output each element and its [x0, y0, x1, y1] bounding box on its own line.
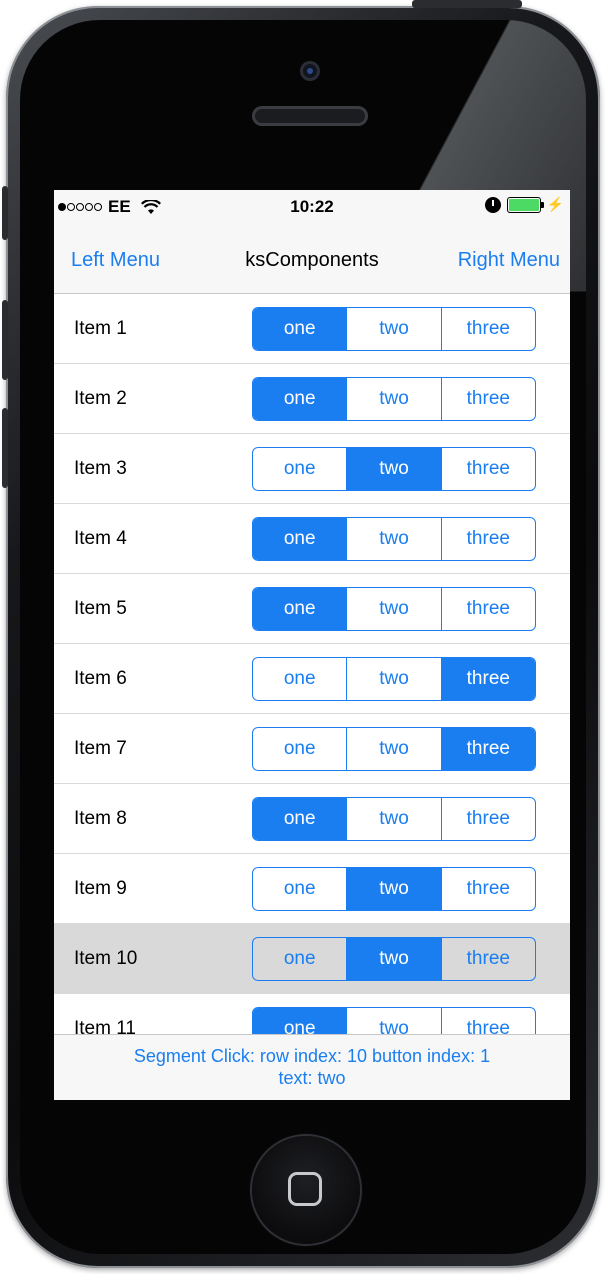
table-row[interactable]: Item 3 one two three	[54, 434, 570, 504]
home-button[interactable]	[252, 1136, 360, 1244]
segment-button-three[interactable]: three	[441, 658, 535, 700]
battery-icon	[506, 196, 544, 213]
segment-button-two[interactable]: two	[347, 448, 442, 490]
table-row[interactable]: Item 1 one two three	[54, 294, 570, 364]
row-label: Item 10	[74, 948, 138, 969]
status-line-2: text: two	[278, 1068, 346, 1088]
segment-button-one[interactable]: one	[253, 448, 348, 490]
alarm-icon	[484, 196, 501, 213]
table-row[interactable]: Item 11 one two three	[54, 994, 570, 1034]
row-label: Item 5	[74, 598, 127, 619]
table-row[interactable]: Item 5 one two three	[54, 574, 570, 644]
segment-button-one[interactable]: one	[253, 588, 348, 630]
row-label: Item 1	[74, 318, 127, 339]
mute-switch	[2, 186, 8, 240]
power-button	[412, 0, 522, 8]
segment-button-two[interactable]: two	[347, 728, 442, 770]
segment-button-one[interactable]: one	[253, 308, 348, 350]
table-view[interactable]: Item 1 one two three Item 2 one two three Item 3…	[54, 294, 570, 1034]
segment-button-two[interactable]: two	[347, 658, 442, 700]
segment-button-three[interactable]: three	[441, 728, 535, 770]
home-button-icon	[288, 1172, 322, 1206]
segment-button-one[interactable]: one	[253, 868, 348, 910]
segmented-control[interactable]: one two three	[252, 937, 536, 981]
table-row[interactable]: Item 7 one two three	[54, 714, 570, 784]
table-row[interactable]: Item 6 one two three	[54, 644, 570, 714]
row-label: Item 7	[74, 738, 127, 759]
segment-button-two[interactable]: two	[347, 868, 442, 910]
segmented-control[interactable]: one two three	[252, 517, 536, 561]
status-right: ⚡	[484, 196, 564, 213]
segment-button-two[interactable]: two	[347, 588, 442, 630]
segment-button-two[interactable]: two	[347, 798, 442, 840]
segment-button-one[interactable]: one	[253, 658, 348, 700]
navigation-bar: Left Menu ksComponents Right Menu	[54, 224, 570, 294]
segment-button-one[interactable]: one	[253, 798, 348, 840]
segmented-control[interactable]: one two three	[252, 587, 536, 631]
segment-button-two[interactable]: two	[347, 1008, 442, 1034]
row-label: Item 2	[74, 388, 127, 409]
row-label: Item 11	[74, 1018, 136, 1034]
segmented-control[interactable]: one two three	[252, 657, 536, 701]
status-line-1: Segment Click: row index: 10 button inde…	[133, 1046, 491, 1066]
segment-button-three[interactable]: three	[442, 1008, 535, 1034]
app-screen: EE 10:22 ⚡ Left Menu ksComponents Right …	[54, 190, 570, 1100]
table-row[interactable]: Item 9 one two three	[54, 854, 570, 924]
segment-button-one[interactable]: one	[253, 378, 348, 420]
row-label: Item 8	[74, 808, 127, 829]
status-bar: EE 10:22 ⚡	[54, 190, 570, 224]
segment-button-three[interactable]: three	[442, 868, 535, 910]
volume-up-button	[2, 300, 8, 380]
right-menu-button[interactable]: Right Menu	[458, 249, 560, 272]
segment-button-one[interactable]: one	[253, 728, 348, 770]
row-label: Item 6	[74, 668, 127, 689]
segment-button-three[interactable]: three	[442, 938, 535, 980]
segment-button-three[interactable]: three	[442, 798, 535, 840]
segment-click-status: Segment Click: row index: 10 button inde…	[54, 1034, 570, 1100]
earpiece-speaker	[252, 106, 368, 126]
segment-button-three[interactable]: three	[442, 308, 535, 350]
table-row[interactable]: Item 4 one two three	[54, 504, 570, 574]
row-label: Item 9	[74, 878, 127, 899]
segment-button-one[interactable]: one	[253, 1008, 348, 1034]
segmented-control[interactable]: one two three	[252, 797, 536, 841]
segment-button-three[interactable]: three	[442, 448, 535, 490]
segment-button-three[interactable]: three	[442, 518, 535, 560]
segmented-control[interactable]: one two three	[252, 867, 536, 911]
segment-button-two[interactable]: two	[347, 938, 442, 980]
segment-button-three[interactable]: three	[442, 378, 535, 420]
volume-down-button	[2, 408, 8, 488]
front-camera	[303, 64, 317, 78]
segmented-control[interactable]: one two three	[252, 1007, 536, 1034]
row-label: Item 4	[74, 528, 127, 549]
table-row[interactable]: Item 2 one two three	[54, 364, 570, 434]
battery-level	[508, 198, 539, 211]
segment-button-two[interactable]: two	[347, 518, 442, 560]
charging-bolt-icon: ⚡	[546, 196, 564, 212]
segment-button-three[interactable]: three	[442, 588, 535, 630]
row-label: Item 3	[74, 458, 127, 479]
segment-button-one[interactable]: one	[253, 518, 348, 560]
segmented-control[interactable]: one two three	[252, 447, 536, 491]
table-row[interactable]: Item 8 one two three	[54, 784, 570, 854]
segmented-control[interactable]: one two three	[252, 307, 536, 351]
segmented-control[interactable]: one two three	[252, 727, 536, 771]
segment-button-one[interactable]: one	[253, 938, 348, 980]
segmented-control[interactable]: one two three	[252, 377, 536, 421]
segment-button-two[interactable]: two	[347, 378, 442, 420]
segment-button-two[interactable]: two	[347, 308, 442, 350]
table-row[interactable]: Item 10 one two three	[54, 924, 570, 994]
